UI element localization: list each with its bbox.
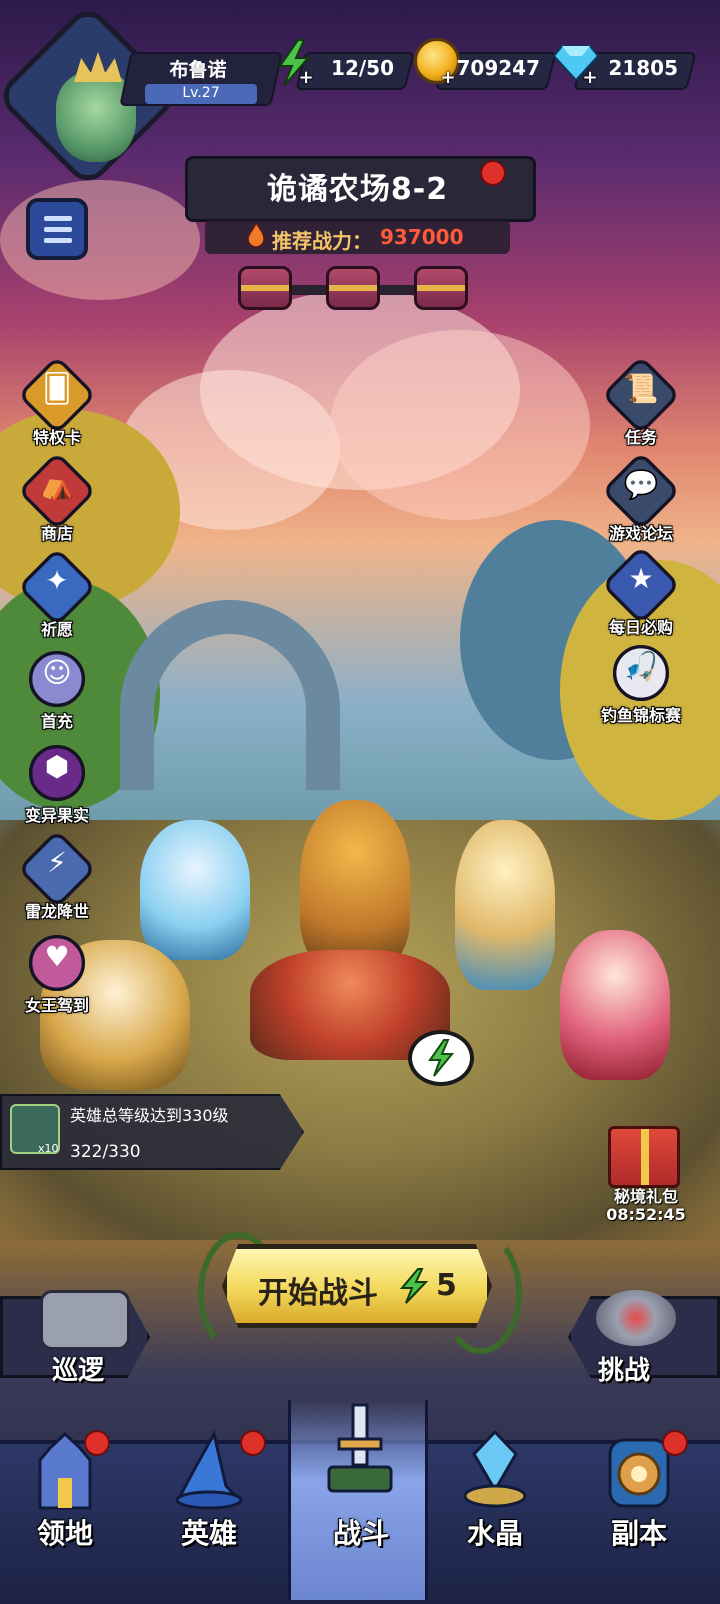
nav-heroes[interactable]: 英雄 [144, 1420, 274, 1600]
flame-icon [247, 222, 265, 248]
start-battle-cost: 5 [436, 1268, 457, 1303]
queen-icon: ♥ [44, 940, 70, 973]
mutant-fruit-button[interactable]: ⬢ 变异果实 [17, 733, 97, 825]
stage-notification-dot [480, 160, 506, 186]
fishing-icon: 🎣 [623, 650, 659, 683]
stone-arch [120, 600, 340, 790]
shop-icon: ⛺ [39, 468, 75, 501]
nav-territory[interactable]: 领地 [0, 1420, 130, 1600]
first-recharge-icon: ☺ [42, 656, 72, 689]
gift-label[interactable]: 秘境礼包 [596, 1183, 696, 1207]
reward-chest-1[interactable] [238, 266, 292, 310]
nav-battle[interactable]: 战斗 [288, 1400, 428, 1600]
nav-dungeon[interactable]: 副本 [574, 1420, 704, 1600]
nav-heroes-badge [240, 1430, 266, 1456]
daily-deal-button[interactable]: ★ 每日必购 [601, 545, 681, 637]
reward-chest-2[interactable] [326, 266, 380, 310]
task-button[interactable]: 📜 任务 [601, 355, 681, 447]
gift-box-icon[interactable] [608, 1126, 680, 1188]
shop-button[interactable]: ⛺ 商店 [17, 451, 97, 543]
recommended-power-value: 937000 [380, 225, 464, 249]
privilege-card-icon: 🂠 [42, 372, 72, 405]
quest-title: 英雄总等级达到330级 [70, 1106, 229, 1125]
stage-title: 诡谲农场8-2 [266, 172, 449, 207]
first-recharge-button[interactable]: ☺ 首充 [17, 639, 97, 731]
fishing-tournament-button[interactable]: 🎣 钓鱼锦标赛 [601, 633, 681, 725]
patrol-label[interactable]: 巡逻 [52, 1350, 104, 1387]
wish-icon: ✦ [45, 564, 69, 597]
add-gem-icon[interactable]: + [582, 69, 598, 87]
gift-timer: 08:52:45 [606, 1205, 686, 1224]
challenge-label[interactable]: 挑战 [598, 1350, 650, 1387]
privilege-card-button[interactable]: 🂠 特权卡 [17, 355, 97, 447]
daily-deal-icon: ★ [628, 562, 654, 595]
crystal-icon [463, 1430, 527, 1508]
gem-value: 21805 [608, 56, 678, 80]
recommended-power-label: 推荐战力： [272, 229, 372, 253]
forum-icon: 💬 [623, 468, 659, 501]
nav-dungeon-badge [662, 1430, 688, 1456]
nav-territory-badge [84, 1430, 110, 1456]
patrol-icon [40, 1290, 130, 1350]
quest-reward-multiplier: x10 [38, 1142, 59, 1155]
task-icon: 📜 [623, 372, 659, 405]
thunder-dragon-button[interactable]: ⚡ 雷龙降世 [17, 829, 97, 921]
lightning-warrior-character [455, 820, 555, 990]
player-level: Lv.27 [182, 85, 220, 101]
mutant-fruit-icon: ⬢ [44, 750, 70, 783]
queen-arrival-button[interactable]: ♥ 女王驾到 [17, 923, 97, 1015]
energy-cost-icon [399, 1268, 429, 1304]
robot-character [140, 820, 250, 960]
reward-chest-3[interactable] [414, 266, 468, 310]
thunder-dragon-icon: ⚡ [47, 846, 67, 879]
player-name: 布鲁诺 [169, 59, 227, 81]
menu-button[interactable] [26, 198, 88, 260]
start-battle-label: 开始战斗 [258, 1276, 378, 1311]
cauldron-energy-badge[interactable] [408, 1030, 474, 1086]
queen-character [560, 930, 670, 1080]
energy-value: 12/50 [331, 56, 394, 80]
challenge-icon [596, 1290, 676, 1346]
wizard-hat-icon [175, 1430, 244, 1510]
gold-value: 709247 [456, 56, 541, 80]
wish-button[interactable]: ✦ 祈愿 [17, 547, 97, 639]
nav-crystal[interactable]: 水晶 [430, 1420, 560, 1600]
forum-button[interactable]: 💬 游戏论坛 [601, 451, 681, 543]
sword-book-icon [327, 1403, 393, 1493]
quest-progress: 322/330 [70, 1142, 141, 1162]
cat-shaman-character [300, 800, 410, 970]
